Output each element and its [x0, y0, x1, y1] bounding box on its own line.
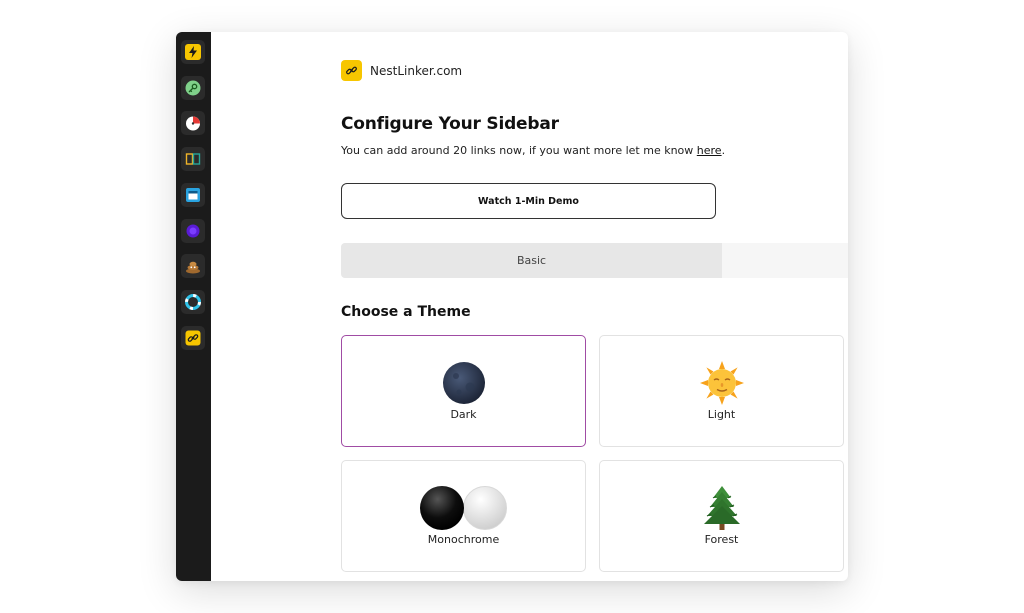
- theme-card-dark[interactable]: Dark: [341, 335, 586, 447]
- main-content: NestLinker.com Configure Your Sidebar Yo…: [211, 32, 848, 581]
- rail-item-book[interactable]: [181, 147, 205, 171]
- page-subtitle: You can add around 20 links now, if you …: [341, 144, 725, 157]
- rail-item-link[interactable]: [181, 326, 205, 350]
- subtitle-suffix: .: [721, 144, 726, 157]
- app-window: NestLinker.com Configure Your Sidebar Yo…: [176, 32, 848, 581]
- window-icon: [186, 188, 200, 202]
- timer-icon: [186, 116, 200, 131]
- purple-orb-icon: [186, 224, 200, 238]
- subtitle-text: You can add around 20 links now, if you …: [341, 144, 697, 157]
- theme-section-title: Choose a Theme: [341, 304, 471, 320]
- tab-advanced[interactable]: [722, 243, 848, 278]
- rail-item-pile[interactable]: [181, 254, 205, 278]
- evergreen-tree-icon: [600, 485, 843, 531]
- book-icon: [185, 153, 201, 165]
- brand-name: NestLinker.com: [370, 63, 463, 78]
- link-icon: [185, 330, 201, 346]
- link-icon: [341, 60, 362, 81]
- rail-item-window[interactable]: [181, 183, 205, 207]
- black-white-circles-icon: [342, 485, 585, 531]
- tab-basic[interactable]: Basic: [341, 243, 722, 278]
- contact-link[interactable]: here: [697, 144, 722, 157]
- rail-item-timer[interactable]: [181, 111, 205, 135]
- watch-demo-button[interactable]: Watch 1-Min Demo: [341, 183, 716, 219]
- theme-label: Forest: [704, 533, 739, 546]
- mode-tabs: Basic: [341, 243, 848, 278]
- rail-item-lightning[interactable]: [181, 40, 205, 64]
- key-icon: [185, 80, 201, 96]
- lifebuoy-icon: [185, 294, 201, 310]
- brand[interactable]: NestLinker.com: [341, 60, 462, 81]
- theme-card-light[interactable]: Light: [599, 335, 844, 447]
- pile-icon: [186, 261, 200, 274]
- theme-card-monochrome[interactable]: Monochrome: [341, 460, 586, 572]
- rail-item-lifebuoy[interactable]: [181, 290, 205, 314]
- theme-label: Monochrome: [427, 533, 500, 546]
- theme-label: Dark: [450, 408, 477, 421]
- new-moon-icon: [342, 360, 585, 406]
- page-title: Configure Your Sidebar: [341, 114, 559, 134]
- lightning-icon: [185, 44, 201, 60]
- rail-item-orb[interactable]: [181, 219, 205, 243]
- sun-face-icon: [600, 360, 843, 406]
- sidebar-rail: [176, 32, 211, 581]
- theme-card-forest[interactable]: Forest: [599, 460, 844, 572]
- rail-item-key[interactable]: [181, 76, 205, 100]
- theme-label: Light: [707, 408, 736, 421]
